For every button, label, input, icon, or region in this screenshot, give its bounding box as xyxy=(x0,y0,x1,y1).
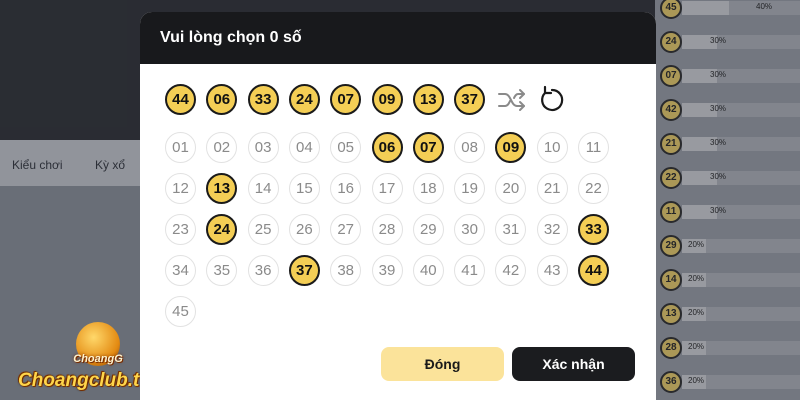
modal-header: Vui lòng chọn 0 số xyxy=(140,12,656,64)
number-ball[interactable]: 37 xyxy=(288,255,320,286)
number-ball[interactable]: 08 xyxy=(454,132,486,163)
number-ball[interactable]: 10 xyxy=(536,132,568,163)
number-ball[interactable]: 35 xyxy=(206,255,238,286)
number-ball[interactable]: 15 xyxy=(288,173,320,204)
close-button[interactable]: Đóng xyxy=(381,347,504,381)
number-ball[interactable]: 09 xyxy=(495,132,527,163)
number-ball[interactable]: 01 xyxy=(165,132,196,163)
quick-pick-ball[interactable]: 44 xyxy=(165,84,196,115)
number-ball[interactable]: 02 xyxy=(206,132,238,163)
number-ball[interactable]: 42 xyxy=(495,255,527,286)
number-ball[interactable]: 43 xyxy=(536,255,568,286)
number-ball[interactable]: 44 xyxy=(578,255,609,286)
number-ball[interactable]: 25 xyxy=(247,214,279,245)
number-ball[interactable]: 31 xyxy=(495,214,527,245)
number-ball[interactable]: 21 xyxy=(536,173,568,204)
number-ball[interactable]: 28 xyxy=(371,214,403,245)
number-ball[interactable]: 07 xyxy=(412,132,444,163)
number-picker-modal: Vui lòng chọn 0 số 44 06 33 24 07 09 13 37 01 02… xyxy=(140,12,656,400)
number-ball[interactable]: 32 xyxy=(536,214,568,245)
number-ball[interactable]: 19 xyxy=(454,173,486,204)
number-ball[interactable]: 11 xyxy=(578,132,609,163)
number-ball[interactable]: 05 xyxy=(330,132,362,163)
number-ball[interactable]: 17 xyxy=(371,173,403,204)
number-ball[interactable]: 41 xyxy=(454,255,486,286)
logo-site-text: Choangclub.tv xyxy=(18,370,150,391)
quick-pick-ball[interactable]: 07 xyxy=(330,84,362,115)
number-ball[interactable]: 24 xyxy=(206,214,238,245)
quick-pick-ball[interactable]: 33 xyxy=(247,84,279,115)
quick-pick-ball[interactable]: 37 xyxy=(454,84,486,115)
confirm-button[interactable]: Xác nhận xyxy=(512,347,635,381)
number-ball[interactable]: 16 xyxy=(330,173,362,204)
number-ball[interactable]: 33 xyxy=(578,214,609,245)
refresh-icon[interactable] xyxy=(535,84,567,116)
number-ball[interactable]: 18 xyxy=(412,173,444,204)
number-ball[interactable]: 03 xyxy=(247,132,279,163)
quick-pick-ball[interactable]: 24 xyxy=(288,84,320,115)
number-ball[interactable]: 14 xyxy=(247,173,279,204)
number-ball[interactable]: 30 xyxy=(454,214,486,245)
number-ball[interactable]: 23 xyxy=(165,214,196,245)
number-ball[interactable]: 45 xyxy=(165,296,196,327)
modal-title: Vui lòng chọn 0 số xyxy=(160,29,302,46)
number-ball[interactable]: 13 xyxy=(206,173,238,204)
number-ball[interactable]: 29 xyxy=(412,214,444,245)
number-ball[interactable]: 38 xyxy=(330,255,362,286)
number-ball[interactable]: 22 xyxy=(578,173,609,204)
number-ball[interactable]: 40 xyxy=(412,255,444,286)
number-ball[interactable]: 04 xyxy=(288,132,320,163)
number-ball[interactable]: 12 xyxy=(165,173,196,204)
number-ball[interactable]: 20 xyxy=(495,173,527,204)
quick-pick-ball[interactable]: 06 xyxy=(206,84,238,115)
number-ball[interactable]: 34 xyxy=(165,255,196,286)
number-ball[interactable]: 36 xyxy=(247,255,279,286)
number-ball[interactable]: 06 xyxy=(371,132,403,163)
number-ball[interactable]: 27 xyxy=(330,214,362,245)
shuffle-icon[interactable] xyxy=(496,84,528,116)
number-ball[interactable]: 39 xyxy=(371,255,403,286)
logo-small-text: ChoangG xyxy=(73,353,123,365)
quick-pick-ball[interactable]: 09 xyxy=(371,84,403,115)
quick-pick-ball[interactable]: 13 xyxy=(412,84,444,115)
number-ball[interactable]: 26 xyxy=(288,214,320,245)
